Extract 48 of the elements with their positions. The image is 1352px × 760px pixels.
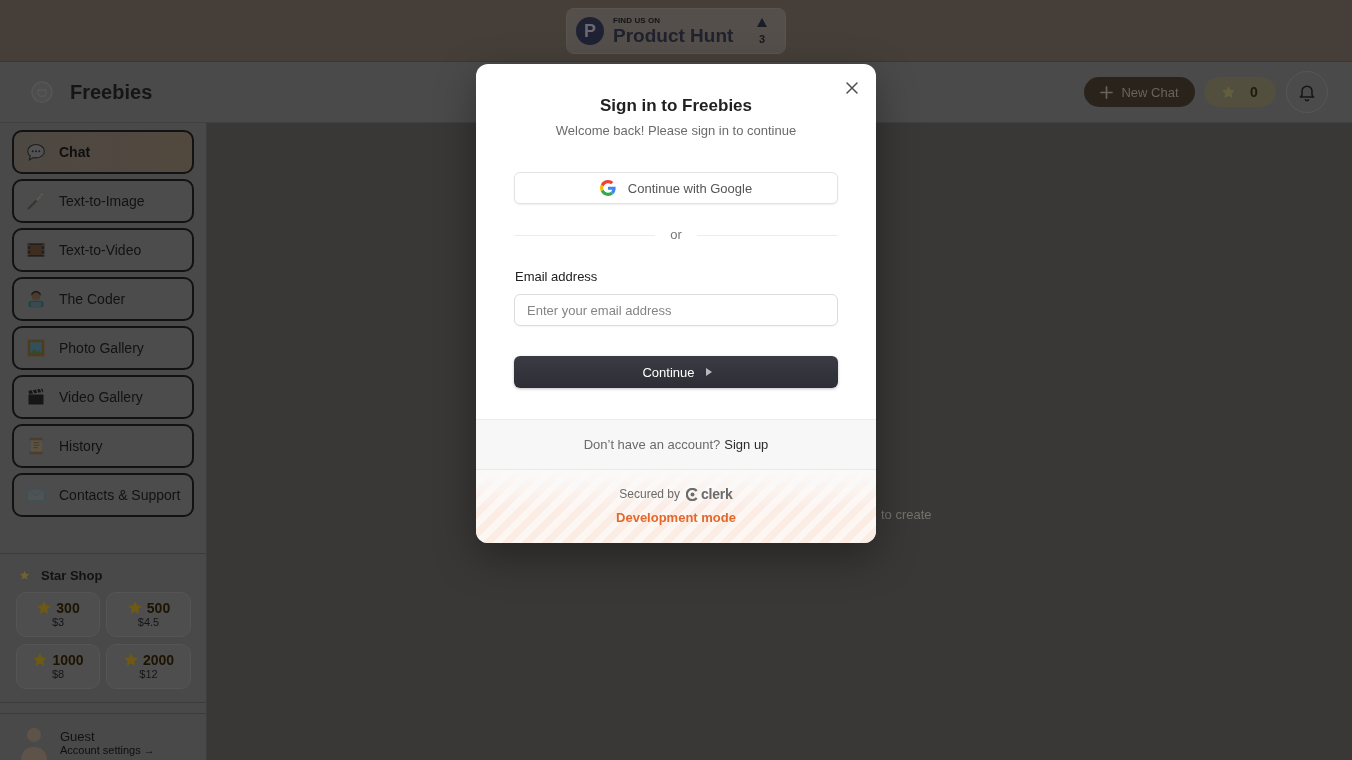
sidebar-item[interactable]: Photo Gallery — [12, 326, 194, 370]
logo-icon — [686, 487, 699, 501]
magic-wand-icon — [26, 191, 46, 211]
star-icon — [122, 652, 139, 668]
logo-mark: P — [576, 17, 604, 45]
google-logo-icon — [599, 180, 616, 196]
clapperboard-icon — [26, 387, 46, 407]
close-icon — [846, 82, 858, 94]
star-package-button[interactable]: 300 $3 — [16, 592, 100, 637]
triangle-icon — [705, 368, 712, 376]
field-label: Email address — [514, 269, 599, 285]
framed-picture-icon — [26, 338, 46, 358]
star-icon — [32, 652, 49, 668]
scroll-icon — [26, 436, 46, 456]
film-frame-icon — [26, 240, 46, 260]
email-field[interactable]: Enter your email address — [514, 294, 838, 326]
user-name: Guest — [60, 729, 96, 744]
sidebar-item[interactable]: Video Gallery — [12, 375, 194, 419]
sidebar-item[interactable]: History — [12, 424, 194, 468]
star-icon — [19, 569, 30, 581]
sidebar-item[interactable]: Text-to-Video — [12, 228, 194, 272]
badge-eyebrow: FIND US ON — [613, 16, 662, 25]
account-settings-link[interactable]: Account settings → — [60, 744, 155, 757]
star-package-button[interactable]: 2000 $12 — [106, 644, 191, 689]
dialog-subtitle: Welcome back! Please sign in to continue — [554, 123, 798, 139]
star-balance-button[interactable]: 0 — [1204, 77, 1276, 107]
sidebar-item[interactable]: The Coder — [12, 277, 194, 321]
secured-by-text: Secured by — [619, 487, 680, 501]
dev-mode-notice: Development mode — [616, 510, 736, 526]
signup-link[interactable]: Sign up — [724, 437, 769, 452]
new-chat-button[interactable]: New Chat — [1084, 77, 1195, 107]
speech-bubble-icon — [26, 142, 46, 162]
brand-name: clerk — [701, 486, 733, 502]
google-sign-in-button[interactable]: Continue with Google — [514, 172, 838, 204]
divider-text: or — [670, 227, 682, 243]
star-icon — [126, 600, 143, 616]
sidebar-item[interactable]: Contacts & Support — [12, 473, 194, 517]
triangle-icon — [757, 17, 767, 27]
continue-button[interactable]: Continue — [514, 356, 838, 388]
plus-icon — [1100, 85, 1114, 99]
person-at-laptop-icon — [26, 289, 46, 309]
signup-prompt: Don’t have an account? — [583, 437, 721, 452]
sidebar-item[interactable]: Chat — [12, 130, 194, 174]
star-package-button[interactable]: 500 $4.5 — [106, 592, 191, 637]
sidebar-item[interactable]: Text-to-Image — [12, 179, 194, 223]
dialog-title: Sign in to Freebies — [598, 96, 754, 116]
vote-count: 3 — [758, 32, 766, 45]
star-icon — [36, 600, 53, 616]
